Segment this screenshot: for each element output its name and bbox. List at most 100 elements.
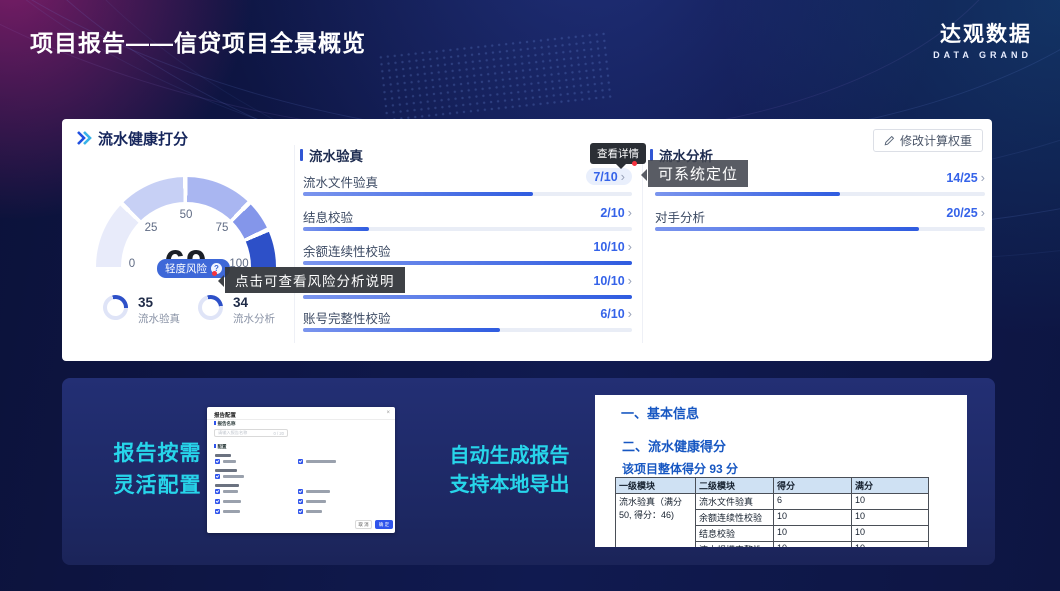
checkbox-label-bar xyxy=(306,460,336,463)
progress-track xyxy=(303,295,632,299)
metric-label: 账号完整性校验 xyxy=(303,308,391,327)
checkbox xyxy=(215,509,220,514)
view-detail-tooltip: 查看详情 xyxy=(590,143,646,164)
gauge-tick: 50 xyxy=(180,209,193,221)
header-accent-bar xyxy=(300,149,303,161)
risk-level-label: 轻度风险 xyxy=(165,261,207,276)
card-title: 流水健康打分 xyxy=(98,128,188,149)
chevron-right-icon: › xyxy=(628,205,632,220)
checkbox-label-bar xyxy=(306,500,326,503)
table-cell: 10 xyxy=(774,542,852,548)
caption-report-export: 自动生成报告 支持本地导出 xyxy=(442,442,577,500)
metric-label: 结息校验 xyxy=(303,207,353,226)
checkbox-label-bar xyxy=(306,490,330,493)
table-cell: 10 xyxy=(852,494,929,510)
report-name-input: 请输入报告名称 0 / 20 xyxy=(214,429,288,437)
double-chevron-icon xyxy=(77,131,92,145)
sub-score-value: 35 xyxy=(138,295,153,310)
chevron-right-icon: › xyxy=(621,169,625,184)
dot-pattern-decoration xyxy=(377,30,613,124)
checkbox xyxy=(298,489,303,494)
gauge-tick: 0 xyxy=(129,258,135,270)
progress-track xyxy=(303,328,632,332)
checkbox-label-bar xyxy=(306,510,322,513)
checkbox xyxy=(215,459,220,464)
dialog-section-label: 配置 xyxy=(214,444,227,450)
sub-score-label: 流水分析 xyxy=(233,311,275,326)
table-cell: 余额连续性校验 xyxy=(696,510,774,526)
table-cell: 流水文件验真 xyxy=(696,494,774,510)
metric-score[interactable]: 14/25› xyxy=(946,170,985,185)
table-cell: 6 xyxy=(774,494,852,510)
table-header: 一级模块 xyxy=(616,478,696,494)
metric-score[interactable]: 20/25› xyxy=(946,205,985,220)
table-header: 得分 xyxy=(774,478,852,494)
metric-label: 对手分析 xyxy=(655,207,705,226)
checkbox xyxy=(298,499,303,504)
brand-logo: 达观数据 DATA GRAND xyxy=(933,18,1032,60)
chevron-right-icon: › xyxy=(981,205,985,220)
slide-title: 项目报告——信贷项目全景概览 xyxy=(30,24,366,58)
table-header: 二级模块 xyxy=(696,478,774,494)
chevron-right-icon: › xyxy=(628,273,632,288)
checkbox-label-bar xyxy=(223,460,236,463)
table-cell: 10 xyxy=(852,542,929,548)
metric-row[interactable]: 结息校验 2/10› xyxy=(303,207,632,237)
progress-fill xyxy=(303,328,500,332)
donut-ring xyxy=(100,292,131,323)
edit-weights-label: 修改计算权重 xyxy=(900,132,972,149)
metric-score[interactable]: 7/10› xyxy=(586,168,632,185)
notification-dot xyxy=(632,161,637,166)
checkbox-label-bar xyxy=(223,510,240,513)
checkbox xyxy=(215,499,220,504)
report-section2: 二、流水健康得分 xyxy=(622,436,726,455)
chevron-right-icon: › xyxy=(628,239,632,254)
edit-weights-button[interactable]: 修改计算权重 xyxy=(873,129,983,152)
progress-track xyxy=(303,261,632,265)
gauge-tick: 75 xyxy=(216,222,229,234)
metric-score[interactable]: 10/10› xyxy=(593,239,632,254)
table-row: 流水验真（满分50, 得分：46) 流水文件验真 6 10 xyxy=(616,494,929,510)
table-header-row: 一级模块 二级模块 得分 满分 xyxy=(616,478,929,494)
metric-row[interactable]: 账号完整性校验 6/10› xyxy=(303,308,632,338)
metric-score[interactable]: 10/10› xyxy=(593,273,632,288)
notification-dot xyxy=(212,271,217,276)
metric-row[interactable]: 对手分析 20/25› xyxy=(655,207,985,237)
progress-fill xyxy=(303,227,369,231)
dialog-field-label: 报告名称 xyxy=(214,421,236,427)
donut-ring xyxy=(195,292,226,323)
progress-track xyxy=(303,227,632,231)
table-cell: 10 xyxy=(852,526,929,542)
progress-track xyxy=(303,192,632,196)
metric-label: 流水文件验真 xyxy=(303,172,378,191)
progress-track xyxy=(655,227,985,231)
score-card: 流水健康打分 修改计算权重 0 25 50 75 100 69 轻度风险 ? 点… xyxy=(62,119,992,361)
metric-score[interactable]: 2/10› xyxy=(600,205,632,220)
group-label-bar xyxy=(215,454,231,457)
brand-logo-en: DATA GRAND xyxy=(933,50,1032,60)
confirm-button: 确 定 xyxy=(375,520,393,529)
presentation-slide: 项目报告——信贷项目全景概览 达观数据 DATA GRAND 流水健康打分 修改… xyxy=(0,0,1060,591)
metric-score[interactable]: 6/10› xyxy=(600,306,632,321)
group-label-bar xyxy=(215,469,237,472)
score-table: 一级模块 二级模块 得分 满分 流水验真（满分50, 得分：46) 流水文件验真… xyxy=(615,477,929,547)
checkbox xyxy=(298,509,303,514)
report-preview-thumbnail: 一、基本信息 二、流水健康得分 该项目整体得分 93 分 一级模块 二级模块 得… xyxy=(595,395,967,547)
table-header: 满分 xyxy=(852,478,929,494)
metric-row[interactable]: 流水文件验真 7/10› xyxy=(303,172,632,202)
progress-fill xyxy=(303,295,632,299)
group-label-bar xyxy=(215,484,239,487)
table-cell: 10 xyxy=(852,510,929,526)
verify-column-header: 流水验真 xyxy=(300,145,363,165)
char-counter: 0 / 20 xyxy=(274,431,284,436)
checkbox xyxy=(215,489,220,494)
progress-track xyxy=(655,192,985,196)
report-overall-score: 该项目整体得分 93 分 xyxy=(622,460,738,477)
progress-fill xyxy=(655,227,919,231)
caption-report-config: 报告按需 灵活配置 xyxy=(95,438,220,502)
metric-label: 余额连续性校验 xyxy=(303,241,391,260)
risk-note-tooltip: 点击可查看风险分析说明 xyxy=(225,267,405,293)
progress-fill xyxy=(303,192,533,196)
checkbox xyxy=(215,474,220,479)
brand-logo-cn: 达观数据 xyxy=(933,18,1032,48)
